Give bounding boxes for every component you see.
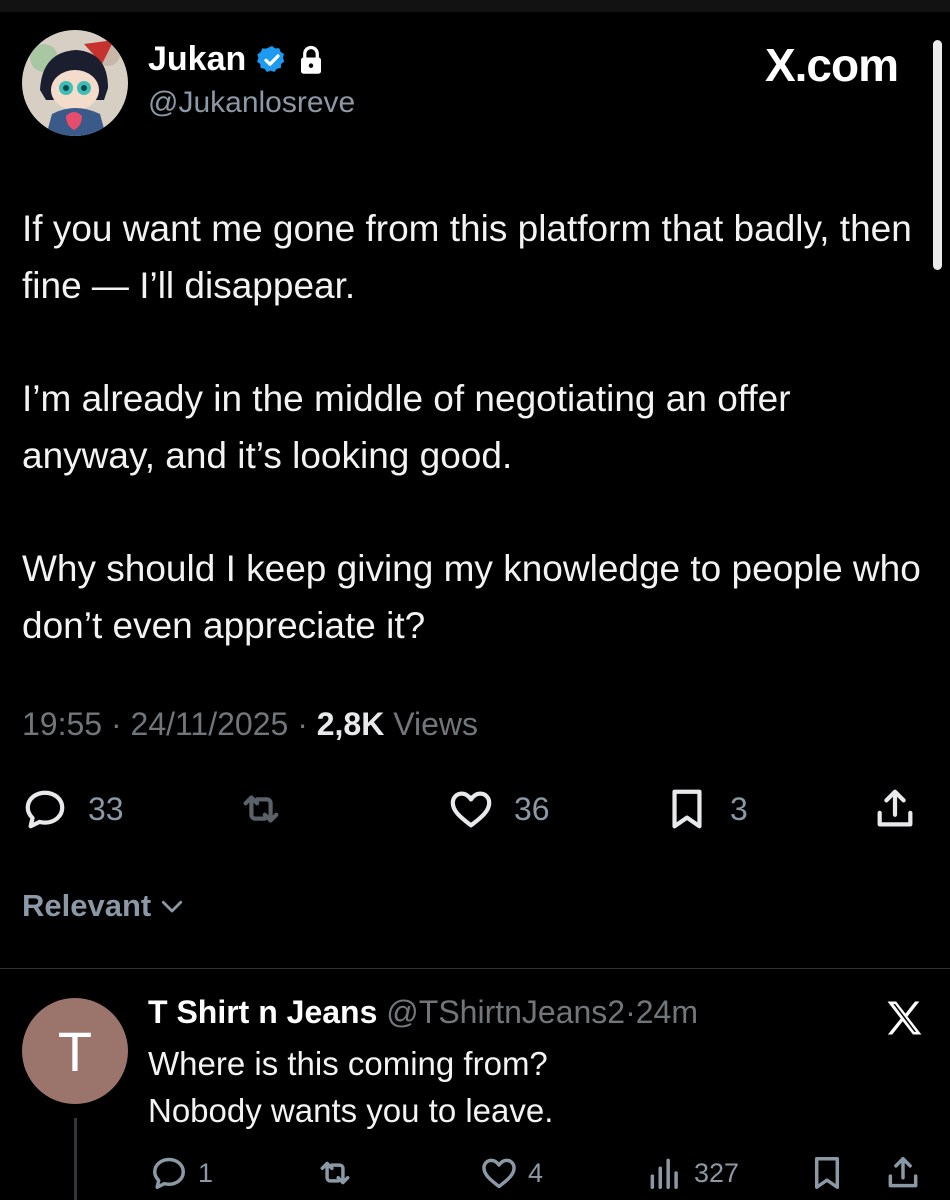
author-name[interactable]: Jukan [148,40,246,79]
reply-count: 33 [88,790,124,827]
reply-like-button[interactable]: 4 [480,1154,543,1192]
share-button[interactable] [872,786,918,832]
share-icon [888,1157,918,1188]
reply-button[interactable]: 33 [22,786,124,832]
top-edge-bar [0,0,950,12]
reply-views-count: 327 [694,1157,740,1188]
tweet-meta: 19:55 · 24/11/2025 · 2,8K Views [22,706,478,743]
divider [0,968,950,969]
tweet-text: If you want me gone from this platform t… [22,200,932,710]
meta-separator: · [625,994,636,1030]
reply-author-handle[interactable]: @TShirtnJeans2 [386,994,625,1030]
reply-repost-button[interactable] [316,1154,364,1192]
heart-icon [450,791,492,828]
reply-time[interactable]: 24m [636,994,698,1030]
reply-line: Where is this coming from? [148,1045,548,1082]
bookmark-count: 3 [730,790,748,827]
heart-icon [482,1158,516,1189]
reply-views-button[interactable]: 327 [646,1154,739,1192]
reply-author-name[interactable]: T Shirt n Jeans [148,994,377,1030]
bookmark-icon [672,789,702,829]
views-bar-chart-icon [650,1158,678,1189]
scrollbar-thumb[interactable] [933,40,942,270]
like-count: 36 [514,790,550,827]
repost-icon [243,795,279,823]
reply-text: Where is this coming from? Nobody wants … [148,1040,553,1134]
like-button[interactable]: 36 [448,786,550,832]
reply-line: Nobody wants you to leave. [148,1092,554,1129]
bookmark-button[interactable]: 3 [664,786,748,832]
sort-dropdown[interactable]: Relevant [22,888,187,924]
views-label: Views [393,706,478,742]
reply-author-avatar[interactable]: T [22,998,128,1104]
x-logo-icon [887,1001,922,1035]
meta-separator: · [297,706,308,742]
reply-reply-button[interactable]: 1 [150,1154,213,1192]
author-avatar[interactable] [22,30,128,136]
lock-icon [301,45,322,74]
chevron-down-icon [162,900,183,913]
thread-line [74,1118,77,1200]
repost-button[interactable] [238,786,304,832]
author-name-row[interactable]: Jukan [148,40,324,79]
author-handle[interactable]: @Jukanlosreve [148,86,355,120]
reply-bookmark-button[interactable] [808,1154,846,1192]
tweet-time[interactable]: 19:55 [22,706,102,742]
views-count: 2,8K [316,706,385,742]
reply-header: T Shirt n Jeans @TShirtnJeans2·24m [148,994,698,1031]
tweet-paragraph: Why should I keep giving my knowledge to… [22,548,921,646]
reply-reply-count: 1 [198,1157,214,1188]
tweet-date[interactable]: 24/11/2025 [131,706,289,742]
tweet-paragraph: If you want me gone from this platform t… [22,208,912,306]
repost-icon [320,1161,350,1185]
reply-share-button[interactable] [884,1154,922,1192]
verified-badge-icon [257,45,285,72]
bookmark-icon [814,1157,840,1189]
meta-separator: · [110,706,122,742]
tweet-paragraph: I’m already in the middle of negotiating… [22,378,791,476]
share-icon [877,789,913,827]
avatar-anime-character-icon [22,30,128,136]
reply-icon [25,790,65,829]
reply-like-count: 4 [528,1157,544,1188]
sort-label: Relevant [22,888,152,923]
brand-watermark: X.com [764,39,899,91]
reply-icon [153,1157,185,1189]
